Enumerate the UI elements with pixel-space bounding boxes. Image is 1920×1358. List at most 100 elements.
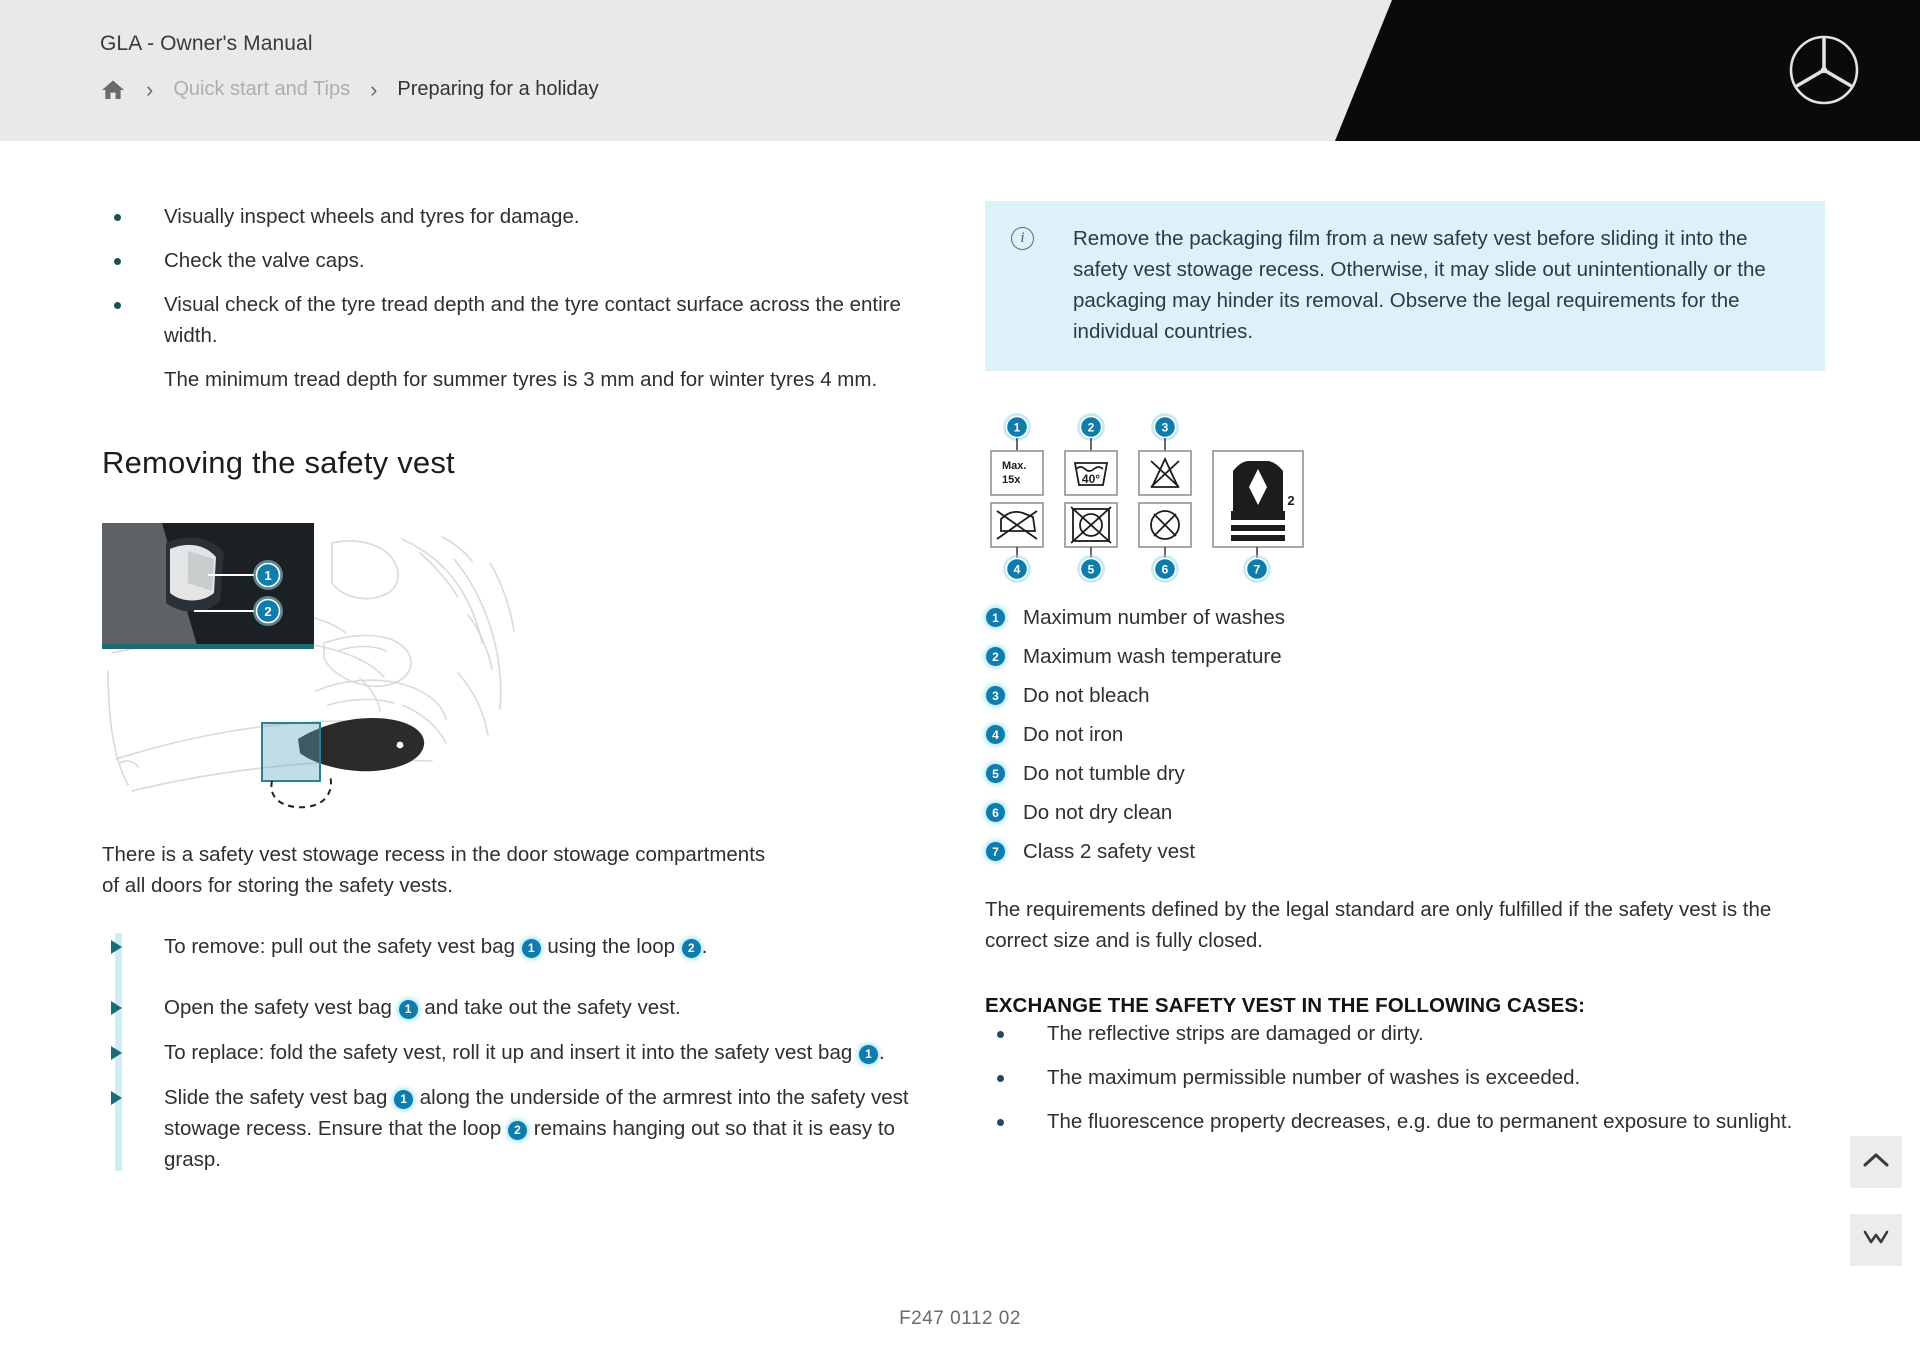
breadcrumb-parent-link[interactable]: Quick start and Tips	[173, 78, 350, 101]
svg-text:3: 3	[1162, 421, 1169, 435]
svg-text:4: 4	[1014, 563, 1021, 577]
home-icon[interactable]	[100, 79, 126, 101]
bullet-icon	[114, 258, 121, 265]
legend-label: Do not bleach	[1023, 684, 1150, 707]
svg-text:1: 1	[1014, 421, 1021, 435]
step-text: using the loop	[541, 935, 681, 958]
chevron-up-icon	[1863, 1152, 1889, 1173]
step-text: .	[878, 1041, 885, 1064]
tyre-checklist: Visually inspect wheels and tyres for da…	[102, 201, 922, 351]
list-item-text: The maximum permissible number of washes…	[1047, 1066, 1581, 1089]
scroll-to-top-button[interactable]	[1850, 1136, 1902, 1188]
callout-badge: 2	[681, 938, 701, 958]
legend-label: Do not iron	[1023, 723, 1124, 746]
callout-badge: 7	[986, 842, 1005, 861]
step-item: Open the safety vest bag 1 and take out …	[102, 992, 922, 1023]
list-item-text: The reflective strips are damaged or dir…	[1047, 1022, 1424, 1045]
legend-label: Class 2 safety vest	[1023, 840, 1196, 863]
list-item-text: Visual check of the tyre tread depth and…	[164, 293, 901, 347]
list-item: Visual check of the tyre tread depth and…	[102, 289, 922, 351]
info-icon: i	[1011, 227, 1034, 250]
list-item: 5 Do not tumble dry	[985, 759, 1825, 788]
step-text: and take out the safety vest.	[418, 996, 681, 1019]
list-item: The reflective strips are damaged or dir…	[985, 1018, 1825, 1049]
svg-text:15x: 15x	[1002, 474, 1021, 486]
legend-label: Do not tumble dry	[1023, 762, 1185, 785]
double-chevron-icon	[1863, 1229, 1889, 1252]
exchange-cases-list: The reflective strips are damaged or dir…	[985, 1018, 1825, 1137]
callout-badge: 6	[986, 803, 1005, 822]
requirements-paragraph: The requirements defined by the legal st…	[985, 898, 1772, 952]
list-item: 4 Do not iron	[985, 720, 1825, 749]
list-item: Check the valve caps.	[102, 245, 922, 276]
legend-label: Maximum wash temperature	[1023, 645, 1282, 668]
legend-label: Maximum number of washes	[1023, 606, 1286, 629]
bullet-icon	[997, 1075, 1004, 1082]
step-item: Slide the safety vest bag 1 along the un…	[102, 1082, 922, 1175]
list-item: 1 Maximum number of washes	[985, 603, 1825, 632]
callout-badge: 1	[521, 938, 541, 958]
list-item: The maximum permissible number of washes…	[985, 1062, 1825, 1093]
callout-badge: 1	[858, 1044, 878, 1064]
figure-code: F247 0112 02	[899, 1308, 1021, 1329]
bullet-icon	[997, 1119, 1004, 1126]
step-text: Slide the safety vest bag	[164, 1086, 394, 1109]
step-text: To replace: fold the safety vest, roll i…	[164, 1041, 858, 1064]
tread-depth-note: The minimum tread depth for summer tyres…	[164, 368, 878, 391]
info-box-text: Remove the packaging film from a new saf…	[1073, 227, 1766, 343]
callout-badge: 5	[986, 764, 1005, 783]
svg-text:40°: 40°	[1082, 472, 1100, 486]
list-item: 2 Maximum wash temperature	[985, 642, 1825, 671]
arrow-icon	[111, 940, 122, 954]
step-text: .	[701, 935, 708, 958]
care-symbol-legend: 1 Maximum number of washes 2 Maximum was…	[985, 603, 1825, 866]
breadcrumb-separator-1: ›	[146, 76, 154, 102]
bullet-icon	[114, 214, 121, 221]
bullet-icon	[114, 302, 121, 309]
svg-text:2: 2	[1287, 493, 1294, 508]
page-title: Removing the safety vest	[102, 445, 455, 480]
step-text: To remove: pull out the safety vest bag	[164, 935, 521, 958]
intro-paragraph: There is a safety vest stowage recess in…	[102, 843, 766, 897]
breadcrumb-current-page: Preparing for a holiday	[397, 78, 599, 100]
bullet-icon	[997, 1031, 1004, 1038]
right-column: i Remove the packaging film from a new s…	[985, 201, 1825, 1150]
callout-badge: 1	[398, 999, 418, 1019]
legend-label: Do not dry clean	[1023, 801, 1173, 824]
step-item: To remove: pull out the safety vest bag …	[102, 931, 922, 962]
manual-title: GLA - Owner's Manual	[100, 32, 313, 55]
callout-badge: 1	[394, 1089, 414, 1109]
callout-badge: 4	[986, 725, 1005, 744]
arrow-icon	[111, 1091, 122, 1105]
exchange-heading: EXCHANGE THE SAFETY VEST IN THE FOLLOWIN…	[985, 994, 1586, 1017]
svg-text:Max.: Max.	[1002, 460, 1026, 472]
list-item: 3 Do not bleach	[985, 681, 1825, 710]
svg-text:6: 6	[1162, 563, 1169, 577]
left-column: Visually inspect wheels and tyres for da…	[102, 201, 922, 1189]
step-text: Open the safety vest bag	[164, 996, 398, 1019]
app-header: GLA - Owner's Manual › Quick start and T…	[0, 0, 1920, 141]
callout-badge: 2	[986, 647, 1005, 666]
document-page: Visually inspect wheels and tyres for da…	[0, 141, 1920, 1358]
callout-badge: 3	[986, 686, 1005, 705]
list-item-text: Check the valve caps.	[164, 249, 365, 272]
list-item-text: The fluorescence property decreases, e.g…	[1047, 1110, 1793, 1133]
breadcrumb-separator-2: ›	[370, 76, 378, 102]
svg-text:5: 5	[1088, 563, 1095, 577]
list-item: Visually inspect wheels and tyres for da…	[102, 201, 922, 232]
callout-badge: 2	[508, 1120, 528, 1140]
info-box: i Remove the packaging film from a new s…	[985, 201, 1825, 371]
arrow-icon	[111, 1001, 122, 1015]
safety-vest-care-symbols-diagram: 1 2 3 Max. 15x 40° 4 5 6 2 7	[985, 413, 1825, 583]
arrow-icon	[111, 1046, 122, 1060]
collapse-all-button[interactable]	[1850, 1214, 1902, 1266]
list-item-text: Visually inspect wheels and tyres for da…	[164, 205, 580, 228]
breadcrumb: › Quick start and Tips › Preparing for a…	[100, 78, 599, 101]
svg-text:7: 7	[1254, 563, 1261, 577]
step-item: To replace: fold the safety vest, roll i…	[102, 1037, 922, 1068]
svg-text:1: 1	[264, 568, 271, 583]
svg-text:2: 2	[264, 604, 271, 619]
list-item: 7 Class 2 safety vest	[985, 837, 1825, 866]
door-stowage-safety-vest-illustration: 1 2	[102, 523, 522, 813]
list-item: 6 Do not dry clean	[985, 798, 1825, 827]
